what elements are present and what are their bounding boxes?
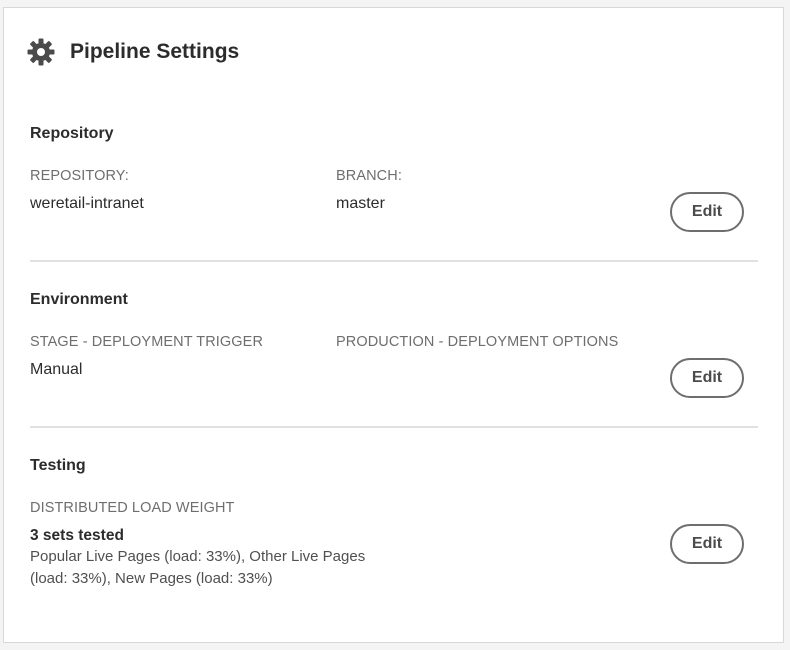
environment-section: Environment STAGE - DEPLOYMENT TRIGGER M… (30, 286, 758, 406)
branch-label: BRANCH: (336, 168, 402, 184)
repository-section-title: Repository (30, 125, 114, 142)
testing-section: Testing DISTRIBUTED LOAD WEIGHT 3 sets t… (30, 452, 758, 602)
stage-deployment-trigger-value: Manual (30, 361, 83, 378)
section-divider (30, 426, 758, 428)
repository-section: Repository REPOSITORY: weretail-intranet… (30, 120, 758, 240)
environment-section-title: Environment (30, 291, 128, 308)
branch-value: master (336, 195, 385, 212)
stage-deployment-trigger-label: STAGE - DEPLOYMENT TRIGGER (30, 334, 264, 350)
distributed-load-weight-label: DISTRIBUTED LOAD WEIGHT (30, 500, 235, 516)
sets-tested-summary: 3 sets tested (30, 527, 124, 544)
page-title: Pipeline Settings (70, 40, 240, 63)
repository-value: weretail-intranet (30, 195, 144, 212)
card-header: Pipeline Settings (26, 36, 239, 68)
pipeline-settings-card: Pipeline Settings Repository REPOSITORY:… (3, 7, 784, 643)
production-deployment-options-label: PRODUCTION - DEPLOYMENT OPTIONS (336, 334, 619, 350)
gear-icon (27, 38, 55, 66)
edit-testing-button[interactable]: Edit (670, 524, 744, 564)
sets-tested-line-2: (load: 33%), New Pages (load: 33%) (30, 570, 273, 587)
edit-environment-button[interactable]: Edit (670, 358, 744, 398)
testing-section-title: Testing (30, 457, 86, 474)
sets-tested-line-1: Popular Live Pages (load: 33%), Other Li… (30, 548, 366, 565)
edit-repository-button[interactable]: Edit (670, 192, 744, 232)
repository-label: REPOSITORY: (30, 168, 129, 184)
section-divider (30, 260, 758, 262)
